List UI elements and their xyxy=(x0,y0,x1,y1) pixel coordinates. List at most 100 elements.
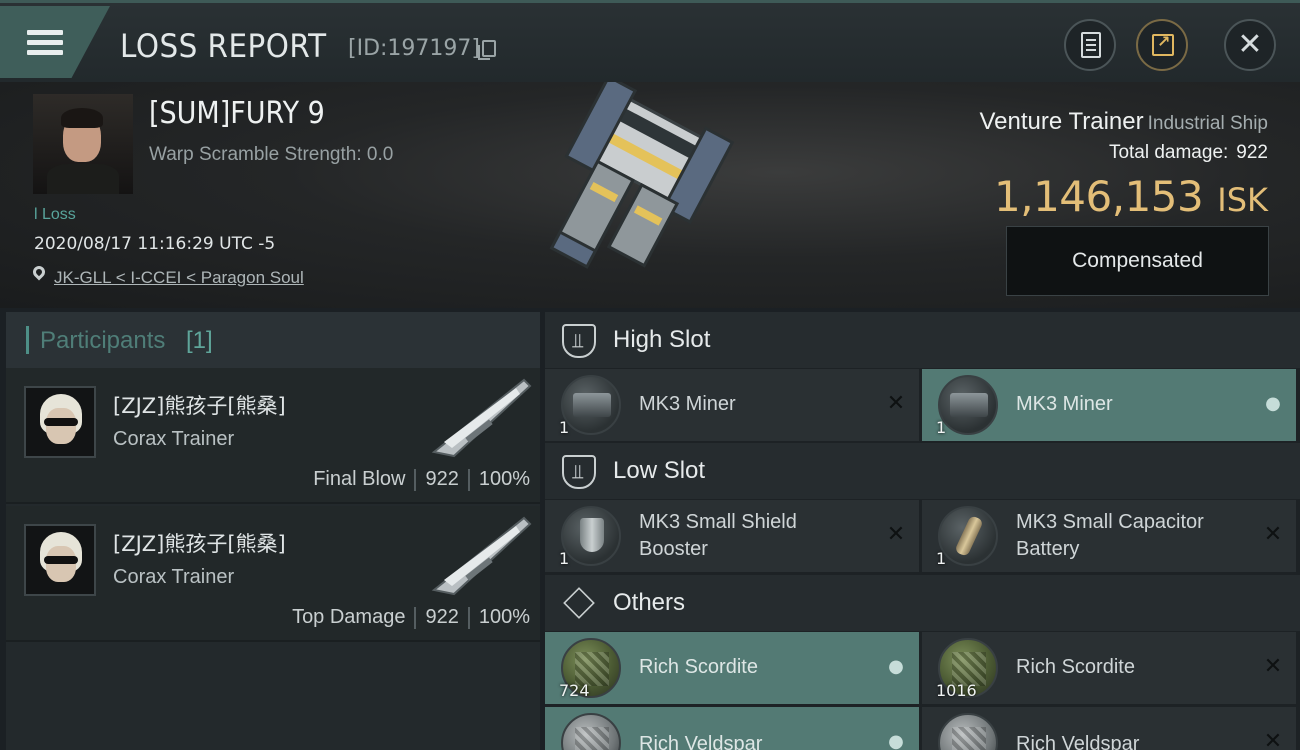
ship-class: Industrial Ship xyxy=(1147,113,1268,134)
total-damage-value: 922 xyxy=(1236,142,1268,163)
avatar-face xyxy=(46,408,76,444)
destroyed-icon: ✕ xyxy=(1263,654,1283,679)
participant-role: Final Blow xyxy=(313,468,406,490)
clipboard-line xyxy=(1086,44,1096,46)
cargo-item[interactable]: Rich Veldspar ● xyxy=(545,707,919,750)
loss-datetime: 2020/08/17 11:16:29 UTC -5 xyxy=(34,234,276,254)
others-header: Others xyxy=(545,575,1300,631)
item-name: MK3 Miner xyxy=(639,393,736,415)
high-slot-title: High Slot xyxy=(613,326,711,353)
cargo-item[interactable]: 724 Rich Scordite ● xyxy=(545,632,919,704)
participant-ship-icon xyxy=(431,516,532,596)
cargo-cube-icon xyxy=(563,587,595,619)
item-quantity: 724 xyxy=(559,681,590,700)
portrait-hair xyxy=(61,108,103,128)
participant-percent: 100% xyxy=(478,606,530,628)
separator xyxy=(414,606,417,629)
avatar-glasses xyxy=(44,556,78,564)
item-quantity: 1 xyxy=(559,418,570,437)
participant-row[interactable]: [ZJZ]熊孩子[熊桑] Corax Trainer Top Damage 922… xyxy=(6,506,540,642)
total-damage-label: Total damage: xyxy=(1108,142,1229,163)
participant-avatar[interactable] xyxy=(24,386,96,458)
compensated-button[interactable]: Compensated xyxy=(1006,226,1269,296)
header-bar: LOSS REPORT [ID:197197] ✕ xyxy=(0,0,1300,82)
page-title: LOSS REPORT xyxy=(120,27,327,65)
avatar-glasses xyxy=(44,418,78,426)
location-pin-icon xyxy=(30,263,48,281)
miner-icon xyxy=(561,375,621,435)
item-name-line2: Booster xyxy=(639,538,708,560)
module-item[interactable]: 1 MK3 Small Shield Booster ✕ xyxy=(545,500,919,572)
item-name: MK3 Miner xyxy=(1016,393,1113,415)
item-name: Rich Scordite xyxy=(1016,656,1135,678)
cargo-item[interactable]: Rich Veldspar ✕ xyxy=(922,707,1296,750)
menu-icon xyxy=(27,30,63,35)
fitting-panel: High Slot 1 MK3 Miner ✕ 1 MK3 Miner ● Lo… xyxy=(545,312,1300,750)
isk-unit: ISK xyxy=(1217,181,1268,219)
cargo-item[interactable]: 1016 Rich Scordite ✕ xyxy=(922,632,1296,704)
menu-button[interactable] xyxy=(0,6,110,78)
isk-value: 1,146,153 xyxy=(994,172,1204,221)
low-slot-header: Low Slot xyxy=(545,443,1300,499)
high-slot-header: High Slot xyxy=(545,312,1300,368)
destroyed-icon: ✕ xyxy=(1263,522,1283,547)
isk-loss: 1,146,153 ISK xyxy=(994,172,1268,221)
miner-icon xyxy=(938,375,998,435)
location-link[interactable]: JK-GLL < I-CCEI < Paragon Soul xyxy=(54,268,304,288)
participant-stats: Top Damage 922 100% xyxy=(292,606,530,629)
destroyed-icon: ✕ xyxy=(886,391,906,416)
low-slot-title: Low Slot xyxy=(613,457,706,484)
ship-name[interactable]: Venture Trainer xyxy=(979,108,1143,135)
participant-row[interactable]: [ZJZ]熊孩子[熊桑] Corax Trainer Final Blow 922… xyxy=(6,368,540,504)
destroyed-icon: ✕ xyxy=(1263,729,1283,750)
share-button[interactable] xyxy=(1136,19,1188,71)
item-quantity: 1 xyxy=(936,418,947,437)
clipboard-icon xyxy=(1081,32,1101,58)
participant-role: Top Damage xyxy=(292,606,406,628)
participant-ship: Corax Trainer xyxy=(113,428,235,450)
participant-avatar[interactable] xyxy=(24,524,96,596)
separator xyxy=(467,606,470,629)
dropped-icon: ● xyxy=(888,731,904,750)
module-item[interactable]: 1 MK3 Miner ● xyxy=(922,369,1296,441)
destroyed-icon: ✕ xyxy=(886,522,906,547)
dropped-icon: ● xyxy=(1265,393,1281,414)
participant-damage: 922 xyxy=(425,468,459,490)
copy-icon[interactable] xyxy=(478,40,496,60)
item-name: Rich Veldspar xyxy=(639,733,763,750)
close-button[interactable]: ✕ xyxy=(1224,19,1276,71)
module-item[interactable]: 1 MK3 Small Capacitor Battery ✕ xyxy=(922,500,1296,572)
ore-icon xyxy=(938,713,998,750)
others-title: Others xyxy=(613,589,686,616)
capacitor-battery-icon xyxy=(938,506,998,566)
participants-count: [1] xyxy=(186,327,213,354)
item-name: Rich Veldspar xyxy=(1016,733,1140,750)
participant-damage: 922 xyxy=(425,606,459,628)
participant-ship: Corax Trainer xyxy=(113,566,235,588)
item-name: Rich Scordite xyxy=(639,656,758,678)
participant-name: [ZJZ]熊孩子[熊桑] xyxy=(113,532,286,556)
high-slot-icon xyxy=(562,324,596,358)
total-damage: Total damage: 922 xyxy=(1109,142,1268,164)
module-item[interactable]: 1 MK3 Miner ✕ xyxy=(545,369,919,441)
item-quantity: 1 xyxy=(936,549,947,568)
participants-header: Participants [1] xyxy=(6,312,540,368)
ship-render xyxy=(549,82,735,269)
item-name-line1: MK3 Small Capacitor xyxy=(1016,511,1204,533)
portrait-body xyxy=(47,164,119,194)
ship-type: Venture Trainer Industrial Ship xyxy=(979,108,1268,136)
loss-tag: l Loss xyxy=(34,206,76,223)
report-id: [ID:197197] xyxy=(348,36,480,61)
clipboard-button[interactable] xyxy=(1064,19,1116,71)
clipboard-line xyxy=(1086,49,1096,51)
item-name-line2: Battery xyxy=(1016,538,1080,560)
item-name-line1: MK3 Small Shield xyxy=(639,511,797,533)
menu-icon-bar xyxy=(27,40,63,45)
participant-ship-icon xyxy=(431,378,532,458)
low-slot-icon xyxy=(562,455,596,489)
separator xyxy=(467,468,470,491)
victim-portrait[interactable] xyxy=(33,94,133,194)
participant-stats: Final Blow 922 100% xyxy=(313,468,530,491)
separator xyxy=(414,468,417,491)
clipboard-line xyxy=(1086,39,1096,41)
